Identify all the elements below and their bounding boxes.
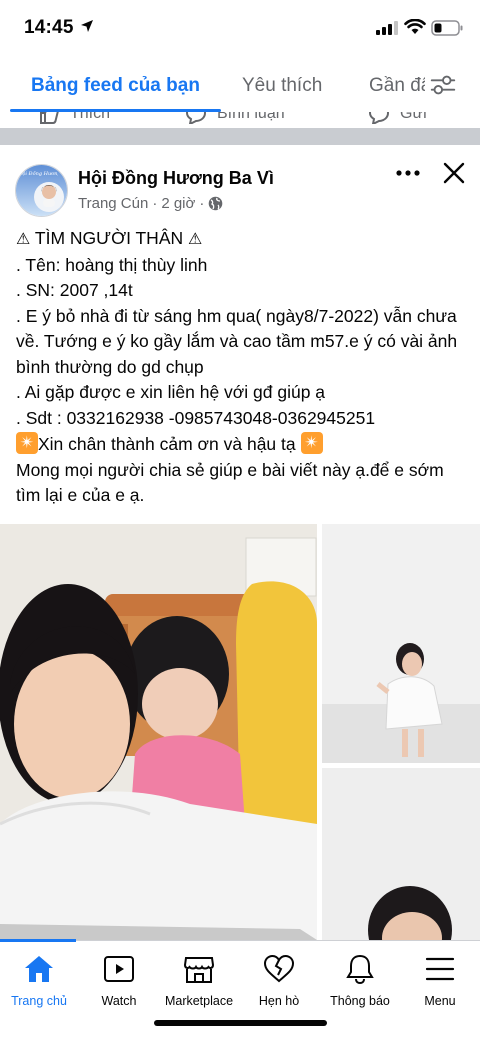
nav-dating[interactable]: Hẹn hò (239, 951, 319, 1008)
messenger-icon (368, 112, 390, 124)
sparkle-icon (16, 431, 38, 455)
comment-icon (185, 112, 207, 124)
nav-watch-label: Watch (101, 994, 137, 1008)
meta-separator: · (199, 195, 205, 212)
menu-icon (425, 957, 455, 981)
tab-your-feed[interactable]: Bảng feed của bạn (31, 75, 200, 97)
post-photo-main[interactable] (0, 524, 317, 940)
send-label: Gửi (400, 112, 427, 122)
meta-separator: · (152, 195, 158, 212)
post-line-title: ⚠ TÌM NGƯỜI THÂN ⚠ (16, 226, 468, 253)
warning-icon: ⚠ (188, 231, 203, 248)
status-bar: 14:45 (0, 0, 480, 58)
nav-marketplace-label: Marketplace (164, 994, 234, 1008)
avatar-caption: Hội Đồng Hương (18, 171, 58, 177)
nav-menu-label: Menu (424, 994, 456, 1008)
photo-girl-and-child (0, 524, 317, 940)
post-photo-side-1[interactable] (322, 524, 480, 763)
post-line-details: . E ý bỏ nhà đi từ sáng hm qua( ngày8/7-… (16, 305, 458, 377)
like-button[interactable]: Thích (38, 112, 110, 124)
marketplace-icon (183, 957, 215, 983)
home-indicator (154, 1020, 327, 1026)
nav-notifications-label: Thông báo (330, 994, 390, 1008)
nav-dating-label: Hẹn hò (258, 994, 300, 1008)
nav-marketplace[interactable]: Marketplace (159, 951, 239, 1008)
filter-settings-icon[interactable] (426, 72, 458, 98)
nav-home[interactable]: Trang chủ (0, 951, 79, 1008)
post-divider (0, 128, 480, 145)
comment-button[interactable]: Bình luận (185, 112, 285, 124)
location-arrow-icon (81, 20, 93, 32)
nav-notifications[interactable]: Thông báo (320, 951, 400, 1008)
nav-active-indicator (0, 939, 76, 942)
thanks-text: Xin chân thành cảm ơn và hậu tạ (38, 434, 296, 454)
watch-icon (104, 956, 134, 982)
group-avatar[interactable]: Hội Đồng Hương (15, 164, 68, 217)
tab-recent[interactable]: Gần đây (369, 75, 425, 97)
post-line-thanks: Xin chân thành cảm ơn và hậu tạ (16, 431, 468, 458)
nav-watch[interactable]: Watch (79, 951, 159, 1008)
cellular-signal-icon (376, 21, 398, 35)
nav-home-label: Trang chủ (11, 994, 67, 1008)
close-icon[interactable] (443, 162, 465, 184)
nav-menu[interactable]: Menu (400, 951, 480, 1008)
photo-girl-white-dress (322, 524, 480, 763)
comment-label: Bình luận (217, 112, 285, 122)
group-name[interactable]: Hội Đồng Hương Ba Vì (78, 168, 274, 189)
public-globe-icon (209, 196, 223, 211)
previous-post-actions: Thích Bình luận Gửi (0, 112, 480, 124)
post-text: ⚠ TÌM NGƯỜI THÂN ⚠ . Tên: hoàng thị thùy… (16, 226, 468, 509)
more-options-icon[interactable] (396, 168, 420, 178)
warning-icon: ⚠ (16, 231, 31, 248)
wifi-icon (404, 19, 426, 34)
bell-icon (346, 954, 374, 984)
tab-favorites[interactable]: Yêu thích (242, 75, 322, 97)
feed-tabs: Bảng feed của bạn Yêu thích Gần đây (0, 58, 480, 112)
status-time: 14:45 (24, 17, 74, 38)
sparkle-icon (300, 431, 323, 455)
post-meta: Trang Cún · 2 giờ · (78, 195, 223, 212)
like-label: Thích (70, 112, 111, 122)
send-button[interactable]: Gửi (368, 112, 427, 124)
post-line-phone: . Sdt : 0332162938 -0985743048-036294525… (16, 407, 376, 428)
post-line-birth: . SN: 2007 ,14t (16, 280, 133, 300)
author-name[interactable]: Trang Cún (78, 195, 148, 212)
post-line-share: Mong mọi người chia sẻ giúp e bài viết n… (16, 459, 444, 506)
post-time[interactable]: 2 giờ (161, 195, 195, 212)
battery-icon (431, 20, 463, 36)
post-line-contact: . Ai gặp được e xin liên hệ với gđ giúp … (16, 382, 326, 402)
like-icon (40, 112, 59, 124)
dating-icon (263, 954, 295, 983)
post-line-name: . Tên: hoàng thị thùy linh (16, 254, 208, 275)
photo-girl-portrait (322, 768, 480, 940)
post-photo-side-2[interactable] (322, 768, 480, 940)
title-text: TÌM NGƯỜI THÂN (34, 228, 184, 248)
home-icon (25, 956, 53, 982)
